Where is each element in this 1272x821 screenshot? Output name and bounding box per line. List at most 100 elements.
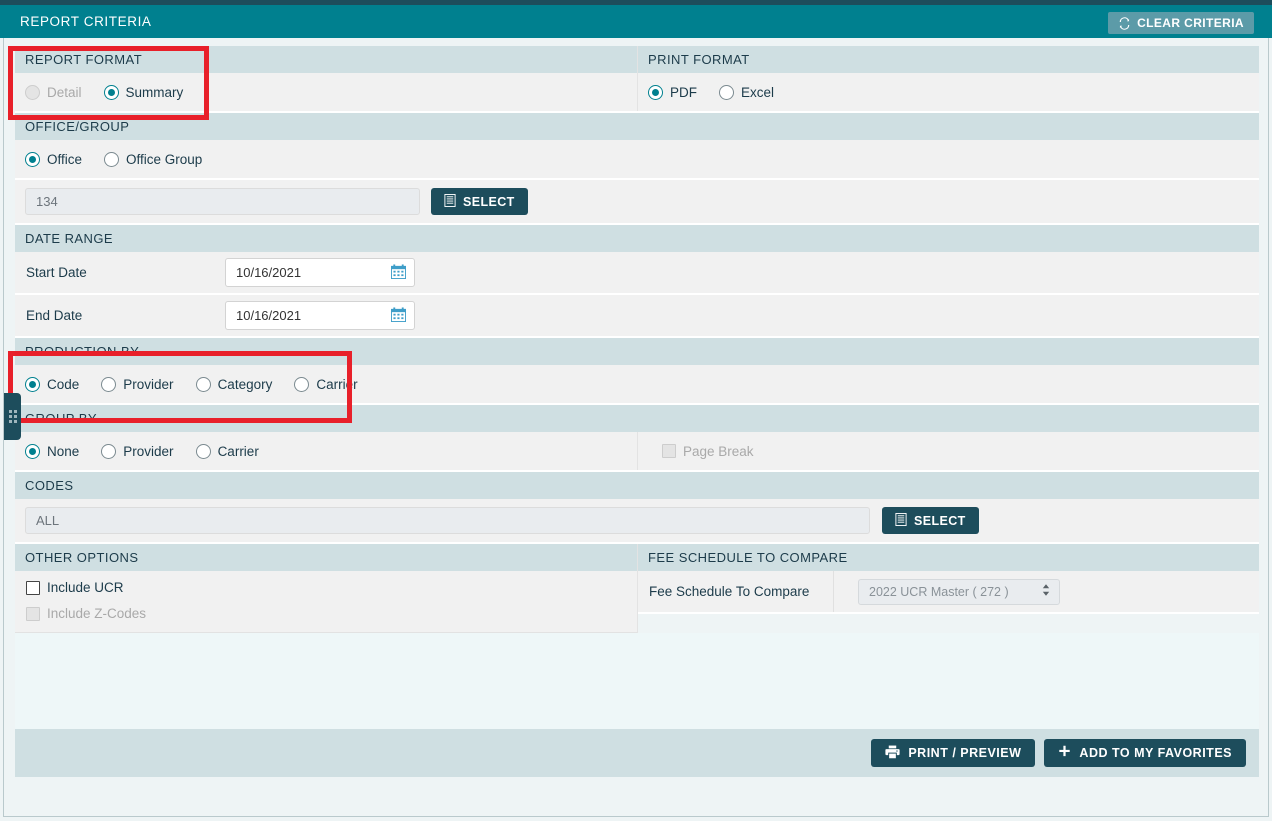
report-criteria-screen: REPORT CRITERIA CLEAR CRITERIA REPORT FO… [0,0,1272,821]
radio-label: Provider [123,376,174,392]
end-date-input[interactable]: 10/16/2021 [225,301,415,330]
start-date-input[interactable]: 10/16/2021 [225,258,415,287]
radio-indicator [195,376,211,392]
radio-office-group[interactable]: Office Group [104,151,203,167]
radio-report-format-detail[interactable]: Detail [25,84,82,100]
radio-indicator [101,443,117,459]
other-options-cell: Include UCR Include Z-Codes [15,571,637,633]
plus-icon [1058,745,1071,761]
group-by-options: None Provider Carrier [15,432,637,470]
printer-icon [885,745,900,762]
radio-indicator [25,443,40,459]
end-date-label: End Date [26,308,83,323]
radio-group-carrier[interactable]: Carrier [195,443,259,459]
radio-report-format-summary[interactable]: Summary [103,84,184,100]
fee-schedule-header: FEE SCHEDULE TO COMPARE [637,544,1259,571]
add-to-favorites-button[interactable]: ADD TO MY FAVORITES [1044,739,1246,767]
fee-schedule-label: Fee Schedule To Compare [638,571,834,612]
clear-criteria-label: CLEAR CRITERIA [1137,16,1244,30]
format-section-headers: REPORT FORMAT PRINT FORMAT [15,46,1259,73]
radio-label: Carrier [316,376,358,392]
checkbox-label: Page Break [683,443,754,459]
radio-label: None [47,443,80,459]
other-fee-content-row: Include UCR Include Z-Codes Fee Schedule… [15,571,1259,633]
radio-indicator [719,84,734,100]
radio-production-carrier[interactable]: Carrier [294,376,358,392]
criteria-panel: REPORT FORMAT PRINT FORMAT Detail Summar… [3,38,1269,817]
radio-production-category[interactable]: Category [195,376,273,392]
start-date-label: Start Date [26,265,87,280]
refresh-icon [1118,16,1131,30]
radio-indicator [101,376,117,392]
format-options-row: Detail Summary PDF Excel [15,73,1259,113]
print-preview-button[interactable]: PRINT / PREVIEW [871,739,1036,767]
radio-office[interactable]: Office [25,151,83,167]
checkbox-indicator [662,444,676,458]
radio-label: Summary [125,84,184,100]
other-options-header: OTHER OPTIONS [15,544,637,571]
radio-label: Carrier [217,443,259,459]
clear-criteria-button[interactable]: CLEAR CRITERIA [1108,12,1254,34]
radio-indicator [25,376,40,392]
office-group-options-row: Office Office Group [15,140,1259,180]
action-footer: PRINT / PREVIEW ADD TO MY FAVORITES [15,729,1259,777]
office-select-row: 134 SELECT [15,180,1259,225]
checkbox-label: Include UCR [47,580,124,595]
radio-production-code[interactable]: Code [25,376,80,392]
chevron-updown-icon [1041,583,1051,600]
radio-group-provider[interactable]: Provider [101,443,174,459]
fee-schedule-value: 2022 UCR Master ( 272 ) [869,584,1009,599]
production-by-options-row: Code Provider Category Carrier [15,365,1259,405]
office-select-label: SELECT [463,194,515,209]
radio-print-format-pdf[interactable]: PDF [648,84,697,100]
calendar-icon[interactable] [391,306,406,325]
radio-label: Category [217,376,273,392]
add-to-favorites-label: ADD TO MY FAVORITES [1079,746,1232,760]
office-select-button[interactable]: SELECT [431,188,528,215]
panel-filler [15,633,1259,729]
checkbox-indicator [26,580,40,595]
radio-label: Code [47,376,80,392]
start-date-value: 10/16/2021 [236,265,302,280]
checkbox-page-break[interactable]: Page Break [662,440,1249,462]
codes-select-button[interactable]: SELECT [882,507,979,534]
checkbox-label: Include Z-Codes [47,606,147,621]
fee-schedule-cell: Fee Schedule To Compare 2022 UCR Master … [637,571,1259,633]
checkbox-include-ucr[interactable]: Include UCR [26,580,637,595]
print-format-options: PDF Excel [637,73,1259,111]
grip-dots-icon [8,410,17,423]
report-format-header: REPORT FORMAT [15,46,637,73]
radio-label: Excel [741,84,775,100]
radio-indicator [103,84,119,100]
group-by-options-row: None Provider Carrier Page Break [15,432,1259,472]
print-format-header: PRINT FORMAT [637,46,1259,73]
page-header: REPORT CRITERIA CLEAR CRITERIA [0,5,1272,38]
start-date-row: Start Date 10/16/2021 [15,252,1259,295]
other-fee-section-headers: OTHER OPTIONS FEE SCHEDULE TO COMPARE [15,544,1259,571]
radio-indicator [25,151,40,167]
radio-indicator [294,376,310,392]
radio-group-none[interactable]: None [25,443,80,459]
radio-print-format-excel[interactable]: Excel [719,84,775,100]
radio-label: Office [47,151,83,167]
checkbox-indicator [26,606,40,621]
codes-select-label: SELECT [914,513,966,528]
office-input[interactable]: 134 [25,188,420,215]
radio-indicator [25,84,40,100]
radio-label: Provider [123,443,174,459]
calendar-icon[interactable] [391,263,406,282]
codes-input[interactable]: ALL [25,507,870,534]
radio-indicator [648,84,663,100]
criteria-sheet: REPORT FORMAT PRINT FORMAT Detail Summar… [15,46,1259,777]
list-icon [895,512,907,529]
radio-label: Detail [47,84,82,100]
radio-production-provider[interactable]: Provider [101,376,174,392]
group-by-header: GROUP BY [15,405,1259,432]
radio-label: Office Group [126,151,203,167]
fee-schedule-select[interactable]: 2022 UCR Master ( 272 ) [858,578,1060,605]
list-icon [444,193,456,210]
checkbox-include-zcodes[interactable]: Include Z-Codes [26,606,637,621]
drawer-handle[interactable] [4,393,21,440]
page-title: REPORT CRITERIA [20,14,152,29]
end-date-row: End Date 10/16/2021 [15,295,1259,338]
